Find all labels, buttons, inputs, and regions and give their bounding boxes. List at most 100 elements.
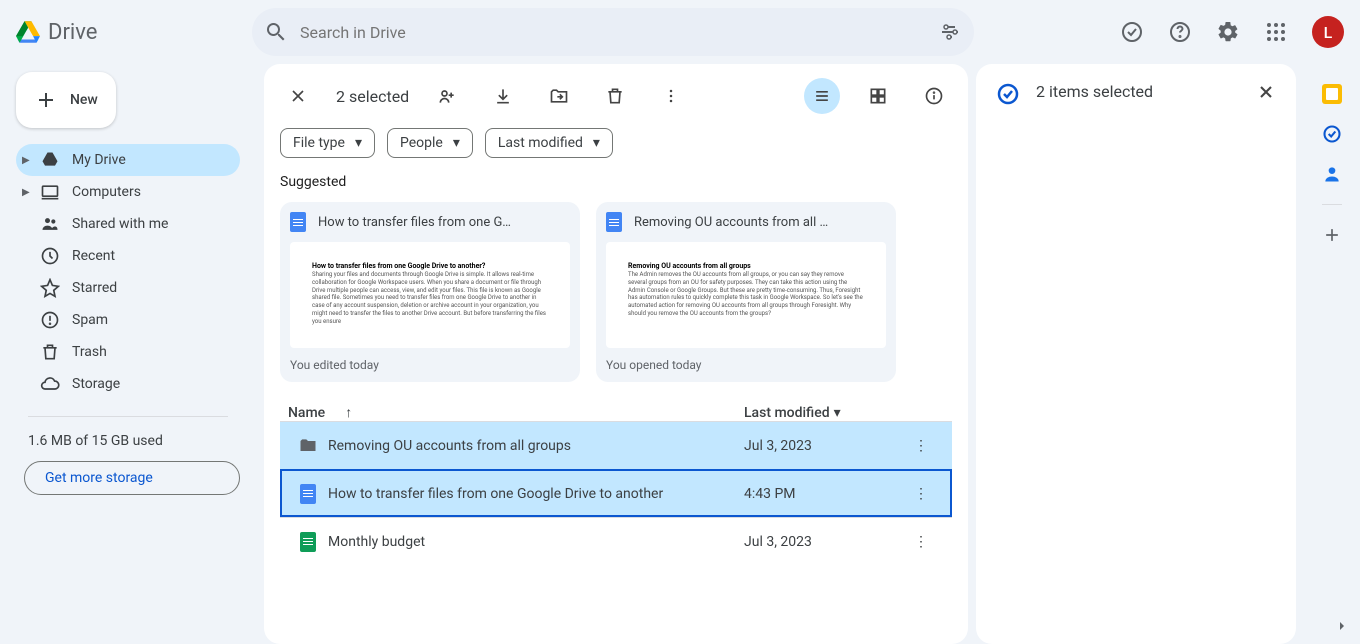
help-icon[interactable] [1160,12,1200,52]
move-button[interactable] [541,78,577,114]
sidebar-item-trash[interactable]: Trash [16,336,240,368]
docs-icon [288,484,328,504]
suggested-thumbnail: Removing OU accounts from all groupsThe … [606,242,886,348]
sidebar-item-label: Storage [72,376,120,392]
col-name[interactable]: Name [288,405,325,421]
sidebar-item-my-drive[interactable]: ▶ My Drive [16,144,240,176]
suggested-card[interactable]: Removing OU accounts from all … Removing… [596,202,896,382]
sidebar-item-spam[interactable]: Spam [16,304,240,336]
details-title: 2 items selected [1036,82,1240,101]
folder-icon [288,436,328,456]
sidebar-item-shared[interactable]: Shared with me [16,208,240,240]
clear-selection-button[interactable] [280,78,316,114]
search-options-icon[interactable] [938,20,962,44]
chip-last-modified[interactable]: Last modified ▾ [485,128,613,158]
tasks-icon[interactable] [1322,124,1342,144]
shared-icon [40,214,60,234]
file-name: Removing OU accounts from all groups [328,438,744,454]
computer-icon [40,182,60,202]
sidebar-item-label: Trash [72,344,107,360]
offline-ready-icon[interactable] [1112,12,1152,52]
details-pane: 2 items selected [976,64,1296,644]
more-actions-button[interactable] [653,78,689,114]
sheets-icon [288,532,328,552]
sidebar-item-label: Recent [72,248,115,264]
storage-bar [28,416,228,417]
chevron-down-icon: ▾ [355,135,362,151]
file-modified: 4:43 PM [744,486,914,502]
chevron-right-icon [1334,618,1350,634]
col-modified[interactable]: Last modified▾ [744,405,914,421]
sidebar-item-label: Spam [72,312,108,328]
chip-label: Last modified [498,135,583,151]
chip-label: File type [293,135,345,151]
sidebar-item-computers[interactable]: ▶ Computers [16,176,240,208]
plus-icon [34,88,58,112]
storage-used-text: 1.6 MB of 15 GB used [28,433,240,449]
apps-icon[interactable] [1256,12,1296,52]
chevron-right-icon[interactable]: ▶ [22,187,30,198]
sidebar-item-starred[interactable]: Starred [16,272,240,304]
chevron-down-icon: ▾ [834,405,841,421]
suggested-title: Removing OU accounts from all … [634,215,828,230]
column-headers: Name ↑ Last modified▾ [280,404,952,421]
chip-people[interactable]: People ▾ [387,128,473,158]
row-menu-button[interactable]: ⋮ [914,534,944,550]
recent-icon [40,246,60,266]
right-rail [1304,64,1360,644]
keep-icon[interactable] [1322,84,1342,104]
row-menu-button[interactable]: ⋮ [914,486,944,502]
rail-divider [1322,204,1342,205]
suggested-card[interactable]: How to transfer files from one G… How to… [280,202,580,382]
trash-icon [40,342,60,362]
sidebar-item-label: Shared with me [72,216,168,232]
close-details-button[interactable] [1256,82,1276,102]
search-bar[interactable] [252,8,974,56]
view-list-button[interactable] [804,78,840,114]
cloud-icon [40,374,60,394]
info-button[interactable] [916,78,952,114]
file-row[interactable]: How to transfer files from one Google Dr… [280,469,952,517]
search-icon [264,20,288,44]
suggested-meta: You edited today [290,358,570,372]
chevron-down-icon: ▾ [453,135,460,151]
logo-area[interactable]: Drive [16,20,244,45]
chevron-right-icon[interactable]: ▶ [22,155,30,166]
sidebar-item-label: Computers [72,184,141,200]
delete-button[interactable] [597,78,633,114]
account-avatar[interactable]: L [1312,16,1344,48]
selection-count: 2 selected [336,87,409,106]
sidebar-item-recent[interactable]: Recent [16,240,240,272]
suggested-meta: You opened today [606,358,886,372]
file-row[interactable]: Removing OU accounts from all groups Jul… [280,421,952,469]
file-row[interactable]: Monthly budget Jul 3, 2023 ⋮ [280,517,952,565]
chip-label: People [400,135,443,151]
chevron-down-icon: ▾ [593,135,600,151]
docs-icon [290,212,306,232]
drive-logo-icon [16,20,40,44]
add-on-button[interactable] [1322,225,1342,245]
suggested-title: How to transfer files from one G… [318,215,511,230]
contacts-icon[interactable] [1322,164,1342,184]
chip-file-type[interactable]: File type ▾ [280,128,375,158]
sidebar-item-label: My Drive [72,152,126,168]
new-button-label: New [70,92,98,108]
suggested-heading: Suggested [280,174,952,190]
app-name: Drive [48,20,97,45]
expand-rail-button[interactable] [1334,618,1350,634]
view-grid-button[interactable] [860,78,896,114]
spam-icon [40,310,60,330]
settings-icon[interactable] [1208,12,1248,52]
share-button[interactable] [429,78,465,114]
star-icon [40,278,60,298]
new-button[interactable]: New [16,72,116,128]
get-storage-button[interactable]: Get more storage [24,461,240,495]
file-modified: Jul 3, 2023 [744,438,914,454]
search-input[interactable] [300,23,926,42]
sort-arrow-up-icon[interactable]: ↑ [345,404,352,421]
row-menu-button[interactable]: ⋮ [914,438,944,454]
suggested-thumbnail: How to transfer files from one Google Dr… [290,242,570,348]
sidebar-item-storage[interactable]: Storage [16,368,240,400]
sidebar: New ▶My Drive ▶Computers Shared with me … [0,64,256,644]
download-button[interactable] [485,78,521,114]
